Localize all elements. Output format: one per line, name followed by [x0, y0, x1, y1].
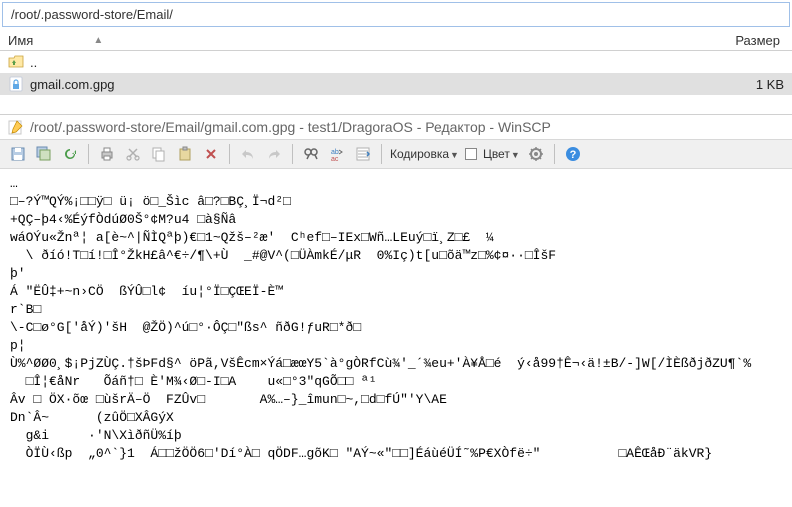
path-bar[interactable]: /root/.password-store/Email/ — [2, 2, 790, 27]
find-button[interactable] — [299, 142, 323, 166]
chevron-down-icon: ▼ — [450, 150, 459, 160]
file-row-parent[interactable]: .. — [0, 51, 792, 73]
svg-text:ab: ab — [331, 149, 339, 156]
file-name: gmail.com.gpg — [30, 77, 724, 92]
undo-button[interactable] — [236, 142, 260, 166]
editor-title-bar: /root/.password-store/Email/gmail.com.gp… — [0, 115, 792, 139]
print-button[interactable] — [95, 142, 119, 166]
separator — [229, 144, 230, 164]
separator — [292, 144, 293, 164]
encoding-dropdown[interactable]: Кодировка▼ — [388, 147, 461, 161]
file-header: Имя ▲ Размер — [0, 29, 792, 51]
redo-button[interactable] — [262, 142, 286, 166]
edit-icon — [8, 119, 24, 135]
sort-arrow-icon: ▲ — [93, 35, 103, 46]
file-size: 1 KB — [724, 77, 784, 92]
reload-button[interactable] — [58, 142, 82, 166]
panel-gap — [0, 95, 792, 115]
editor-toolbar: abac Кодировка▼ Цвет▼ ? — [0, 139, 792, 169]
svg-text:?: ? — [569, 149, 576, 161]
replace-button[interactable]: abac — [325, 142, 349, 166]
lock-file-icon — [8, 76, 24, 92]
save-button[interactable] — [6, 142, 30, 166]
help-button[interactable]: ? — [561, 142, 585, 166]
column-header-name[interactable]: Имя ▲ — [8, 33, 724, 48]
separator — [88, 144, 89, 164]
copy-button[interactable] — [147, 142, 171, 166]
chevron-down-icon: ▼ — [511, 150, 520, 160]
goto-button[interactable] — [351, 142, 375, 166]
separator — [381, 144, 382, 164]
save-all-button[interactable] — [32, 142, 56, 166]
editor-content[interactable]: … □–?Ý™QÝ%¡□□ÿ□ ü¡ ö□_Šìc â□?□BÇ¸Ï¬d²□ +… — [0, 169, 792, 469]
file-panel: Имя ▲ Размер .. gmail.com.gpg 1 KB — [0, 29, 792, 95]
file-name: .. — [30, 55, 724, 70]
file-row-gmail[interactable]: gmail.com.gpg 1 KB — [0, 73, 792, 95]
cut-button[interactable] — [121, 142, 145, 166]
separator — [554, 144, 555, 164]
column-header-size[interactable]: Размер — [724, 33, 784, 48]
folder-up-icon — [8, 54, 24, 70]
color-dropdown[interactable]: Цвет▼ — [481, 147, 522, 161]
path-text: /root/.password-store/Email/ — [11, 7, 173, 22]
settings-button[interactable] — [524, 142, 548, 166]
editor-title-text: /root/.password-store/Email/gmail.com.gp… — [30, 119, 551, 135]
svg-text:ac: ac — [331, 156, 339, 162]
delete-button[interactable] — [199, 142, 223, 166]
paste-button[interactable] — [173, 142, 197, 166]
encoding-checkbox[interactable] — [465, 148, 477, 160]
